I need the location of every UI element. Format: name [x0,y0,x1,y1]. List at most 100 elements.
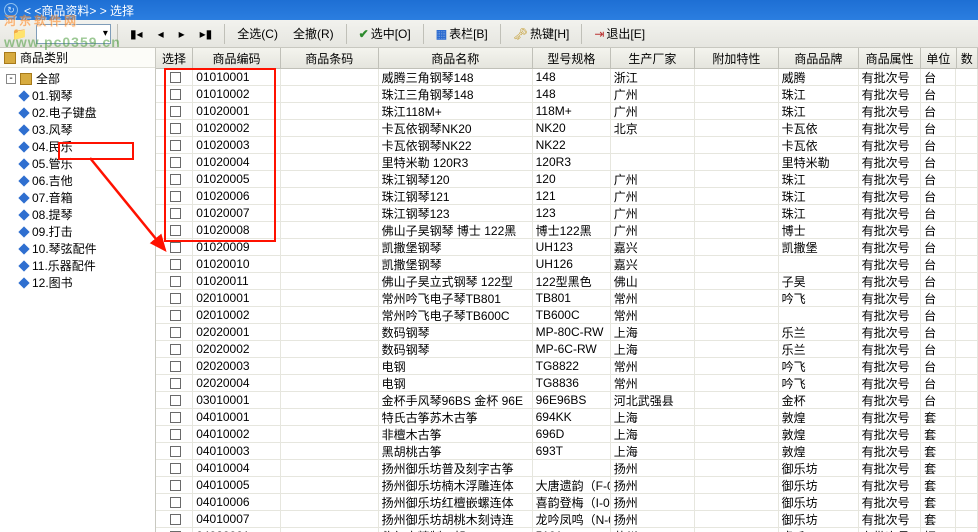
cell-select[interactable] [156,307,193,323]
cell-select[interactable] [156,477,193,493]
table-row[interactable]: 02020003电钢TG8822常州吟飞有批次号台 [156,358,978,375]
tree-item[interactable]: 11.乐器配件 [4,257,155,274]
table-row[interactable]: 04010005扬州御乐坊楠木浮雕连体大唐遗韵（F-0扬州御乐坊有批次号套 [156,477,978,494]
cell-select[interactable] [156,205,193,221]
tree-item[interactable]: 04.民乐 [4,138,155,155]
cell-select[interactable] [156,460,193,476]
col-mfr[interactable]: 生产厂家 [611,48,695,68]
cell-select[interactable] [156,86,193,102]
checkbox[interactable] [170,463,181,474]
cell-select[interactable] [156,188,193,204]
col-spec[interactable]: 型号规格 [533,48,611,68]
cell-select[interactable] [156,426,193,442]
cell-select[interactable] [156,511,193,527]
table-row[interactable]: 02020004电钢TG8836常州吟飞有批次号台 [156,375,978,392]
table-row[interactable]: 01010001威腾三角钢琴148148浙江威腾有批次号台 [156,69,978,86]
exit-button[interactable]: ⇥退出[E] [588,22,651,45]
table-row[interactable]: 04010001特氏古筝苏木古筝694KK上海敦煌有批次号套 [156,409,978,426]
cell-select[interactable] [156,69,193,85]
folder-button[interactable]: 📁 [6,24,33,44]
cell-select[interactable] [156,222,193,238]
tree-item[interactable]: 05.管乐 [4,155,155,172]
table-row[interactable]: 03010001金杯手风琴96BS 金杯 96E96E96BS河北武强县金杯有批… [156,392,978,409]
nav-last-button[interactable]: ▸▮ [194,24,219,44]
nav-next-button[interactable]: ▸ [173,24,191,44]
cell-select[interactable] [156,256,193,272]
table-row[interactable]: 01020007珠江钢琴123123广州珠江有批次号台 [156,205,978,222]
checkbox[interactable] [170,293,181,304]
table-row[interactable]: 04010004扬州御乐坊普及刻字古筝扬州御乐坊有批次号套 [156,460,978,477]
checkbox[interactable] [170,310,181,321]
nav-prev-button[interactable]: ◂ [152,24,170,44]
cell-select[interactable] [156,120,193,136]
checkbox[interactable] [170,225,181,236]
checkbox[interactable] [170,276,181,287]
col-attr[interactable]: 附加特性 [695,48,779,68]
checkbox[interactable] [170,191,181,202]
col-brand[interactable]: 商品品牌 [779,48,859,68]
table-row[interactable]: 01020008佛山子昊钢琴 博士 122黑博士122黑广州博士有批次号台 [156,222,978,239]
col-prop[interactable]: 商品属性 [859,48,921,68]
checkbox[interactable] [170,157,181,168]
checkbox[interactable] [170,446,181,457]
tree-item[interactable]: 12.图书 [4,274,155,291]
tree-item[interactable]: 10.琴弦配件 [4,240,155,257]
checkbox[interactable] [170,89,181,100]
deselect-all-button[interactable]: 全撤(R) [287,22,340,45]
tree-item[interactable]: 07.音箱 [4,189,155,206]
cell-select[interactable] [156,324,193,340]
table-row[interactable]: 01010002珠江三角钢琴148148广州珠江有批次号台 [156,86,978,103]
checkbox[interactable] [170,174,181,185]
checkbox[interactable] [170,72,181,83]
cell-select[interactable] [156,443,193,459]
tree-root-all[interactable]: - 全部 [4,70,155,87]
tree-item[interactable]: 09.打击 [4,223,155,240]
checkbox[interactable] [170,327,181,338]
checkbox[interactable] [170,429,181,440]
checkbox[interactable] [170,106,181,117]
cell-select[interactable] [156,239,193,255]
table-row[interactable]: 02010001常州吟飞电子琴TB801TB801常州吟飞有批次号台 [156,290,978,307]
table-row[interactable]: 04010007扬州御乐坊胡桃木刻诗连龙吟凤鸣（N-0扬州御乐坊有批次号套 [156,511,978,528]
cell-select[interactable] [156,137,193,153]
cell-select[interactable] [156,341,193,357]
table-row[interactable]: 02020001数码钢琴MP-80C-RW上海乐兰有批次号台 [156,324,978,341]
col-extra[interactable]: 数 [957,48,978,68]
checkbox[interactable] [170,140,181,151]
cell-select[interactable] [156,103,193,119]
cell-select[interactable] [156,171,193,187]
checkbox[interactable] [170,259,181,270]
nav-first-button[interactable]: ▮◂ [124,24,149,44]
table-row[interactable]: 01020005珠江钢琴120120广州珠江有批次号台 [156,171,978,188]
table-row[interactable]: 04010003黑胡桃古筝693T上海敦煌有批次号套 [156,443,978,460]
cell-select[interactable] [156,494,193,510]
table-row[interactable]: 04020001伪红木精制二胡5101苏州虎丘有批次号把 [156,528,978,532]
checkbox[interactable] [170,361,181,372]
checkbox[interactable] [170,344,181,355]
cell-select[interactable] [156,273,193,289]
checkbox[interactable] [170,412,181,423]
col-unit[interactable]: 单位 [921,48,956,68]
cell-select[interactable] [156,290,193,306]
collapse-icon[interactable]: - [6,74,16,84]
hotkey-button[interactable]: 🗝热键[H] [507,22,576,45]
cell-select[interactable] [156,528,193,532]
col-barcode[interactable]: 商品条码 [281,48,379,68]
checkbox[interactable] [170,378,181,389]
filter-combo[interactable] [36,24,111,44]
checkbox[interactable] [170,514,181,525]
table-row[interactable]: 01020003卡瓦依钢琴NK22NK22卡瓦依有批次号台 [156,137,978,154]
cell-select[interactable] [156,375,193,391]
tree-item[interactable]: 02.电子键盘 [4,104,155,121]
col-code[interactable]: 商品编码 [193,48,281,68]
table-row[interactable]: 02020002数码钢琴MP-6C-RW上海乐兰有批次号台 [156,341,978,358]
checkbox[interactable] [170,497,181,508]
table-row[interactable]: 04010002非檀木古筝696D上海敦煌有批次号套 [156,426,978,443]
table-row[interactable]: 04010006扬州御乐坊红檀嵌螺连体喜韵登梅（I-0扬州御乐坊有批次号套 [156,494,978,511]
table-row[interactable]: 02010002常州吟飞电子琴TB600CTB600C常州有批次号台 [156,307,978,324]
table-row[interactable]: 01020009凯撒堡钢琴UH123嘉兴凯撒堡有批次号台 [156,239,978,256]
tree-item[interactable]: 01.钢琴 [4,87,155,104]
col-name[interactable]: 商品名称 [379,48,533,68]
checkbox[interactable] [170,395,181,406]
table-row[interactable]: 01020010凯撒堡钢琴UH126嘉兴有批次号台 [156,256,978,273]
